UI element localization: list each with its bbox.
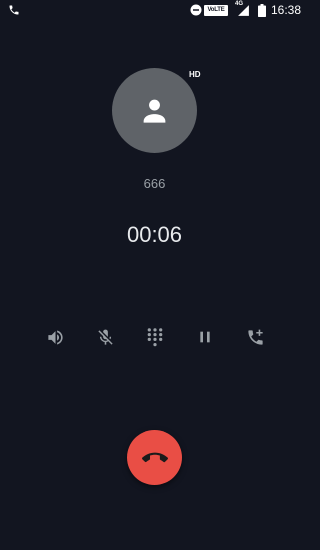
phone-icon [9, 5, 19, 15]
caller-avatar [112, 68, 197, 153]
pause-icon [200, 331, 210, 343]
mute-button[interactable] [93, 325, 117, 349]
add-call-icon [247, 329, 263, 345]
battery-icon [258, 4, 266, 17]
do-not-disturb-icon [190, 4, 202, 16]
end-call-button[interactable] [127, 430, 182, 485]
end-call-icon [141, 452, 168, 462]
speaker-button[interactable] [43, 325, 67, 349]
volte-badge: VoLTE [204, 5, 228, 16]
add-call-button[interactable] [243, 325, 267, 349]
speaker-icon [47, 330, 63, 344]
keypad-button[interactable] [143, 325, 167, 349]
mic-off-icon [97, 329, 113, 345]
signal-icon [238, 5, 249, 16]
status-bar: VoLTE 4G 16:38 [0, 0, 309, 22]
dialpad-icon [147, 327, 163, 346]
person-icon [143, 99, 166, 123]
caller-number: 666 [143, 176, 166, 191]
call-controls [0, 325, 309, 349]
hd-badge: HD [189, 70, 201, 79]
hold-button[interactable] [193, 325, 217, 349]
call-timer: 00:06 [126, 222, 183, 247]
status-clock: 16:38 [271, 3, 302, 17]
